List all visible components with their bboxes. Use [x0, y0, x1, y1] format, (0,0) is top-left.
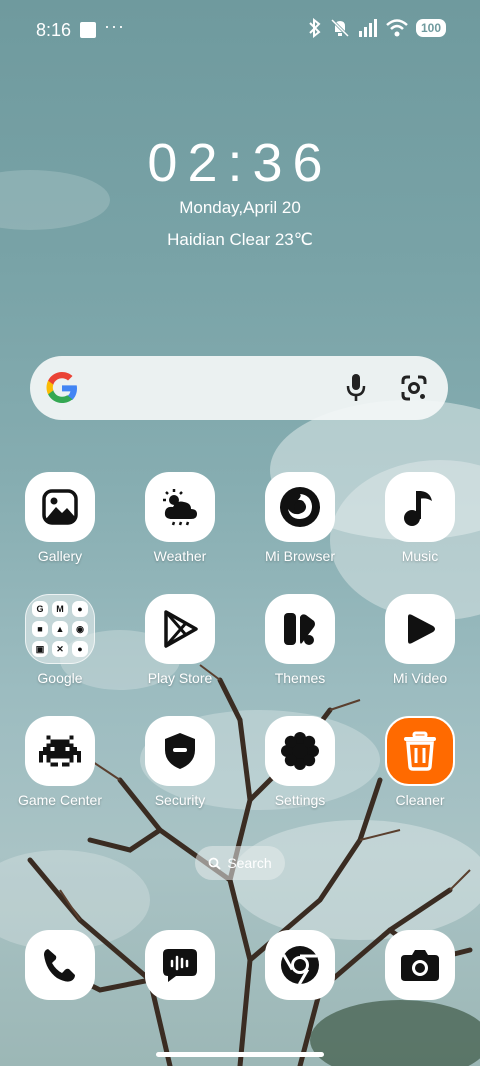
app-themes[interactable]: Themes: [240, 594, 360, 716]
app-label: Weather: [153, 548, 207, 564]
app-grid: Gallery Weather Mi Browser Music G M ● ■…: [0, 472, 480, 838]
app-row: G M ● ■ ▲ ◉ ▣ ✕ ● Google Play Store Them…: [0, 594, 480, 716]
folder-item: ■: [32, 621, 48, 637]
clock-time: 02:36: [147, 133, 333, 193]
more-notifications-icon: ···: [104, 16, 125, 36]
app-game-center[interactable]: Game Center: [0, 716, 120, 838]
clock-weather: Haidian Clear 23℃: [167, 230, 313, 249]
app-mi-browser[interactable]: Mi Browser: [240, 472, 360, 594]
app-row: Gallery Weather Mi Browser Music: [0, 472, 480, 594]
app-label: Mi Video: [392, 670, 448, 686]
app-label: Gallery: [37, 548, 83, 564]
chrome-icon[interactable]: [265, 930, 335, 1000]
battery-indicator: 100: [415, 19, 446, 37]
home-indicator[interactable]: [156, 1052, 324, 1057]
messages-icon[interactable]: [145, 930, 215, 1000]
app-label: Settings: [274, 792, 326, 808]
notification-square-icon: [80, 22, 96, 38]
music-note-icon[interactable]: [385, 472, 455, 542]
folder-item: ▲: [52, 621, 68, 637]
app-play-store[interactable]: Play Store: [120, 594, 240, 716]
mic-icon[interactable]: [346, 374, 366, 402]
dock-camera[interactable]: [360, 930, 480, 1000]
app-label: Music: [401, 548, 439, 564]
dock-messages[interactable]: [120, 930, 240, 1000]
status-bar: 8:16 ··· 100: [0, 0, 480, 60]
app-label: Mi Browser: [264, 548, 335, 564]
app-label: Cleaner: [395, 792, 445, 808]
bluetooth-icon: [309, 18, 321, 38]
app-label: Game Center: [17, 792, 103, 808]
browser-icon[interactable]: [265, 472, 335, 542]
trash-icon[interactable]: [385, 716, 455, 786]
dock: [0, 930, 480, 1000]
space-invader-icon[interactable]: [25, 716, 95, 786]
google-search-bar[interactable]: [30, 356, 448, 420]
wifi-icon: [386, 19, 408, 37]
folder-item: ●: [72, 641, 88, 657]
app-search-label: Search: [227, 855, 272, 871]
dock-chrome[interactable]: [240, 930, 360, 1000]
app-label: Google: [37, 670, 83, 686]
folder-item: ●: [72, 601, 88, 617]
clock-date: Monday,April 20: [179, 198, 301, 217]
clock-widget[interactable]: 02:36 Monday,April 20 Haidian Clear 23℃: [0, 132, 480, 250]
weather-icon[interactable]: [145, 472, 215, 542]
app-label: Security: [154, 792, 206, 808]
app-security[interactable]: Security: [120, 716, 240, 838]
signal-icon: [358, 19, 377, 37]
play-store-icon[interactable]: [145, 594, 215, 664]
mute-icon: [330, 18, 350, 38]
app-mi-video[interactable]: Mi Video: [360, 594, 480, 716]
lens-icon[interactable]: [400, 374, 428, 402]
dock-phone[interactable]: [0, 930, 120, 1000]
video-play-icon[interactable]: [385, 594, 455, 664]
camera-icon[interactable]: [385, 930, 455, 1000]
themes-icon[interactable]: [265, 594, 335, 664]
gallery-icon[interactable]: [25, 472, 95, 542]
app-row: Game Center Security Settings Cleaner: [0, 716, 480, 838]
app-cleaner[interactable]: Cleaner: [360, 716, 480, 838]
app-settings[interactable]: Settings: [240, 716, 360, 838]
folder-item: ▣: [32, 641, 48, 657]
google-g-icon: [46, 372, 77, 403]
app-gallery[interactable]: Gallery: [0, 472, 120, 594]
search-icon: [208, 857, 221, 870]
folder-item: ◉: [72, 621, 88, 637]
shield-icon[interactable]: [145, 716, 215, 786]
gear-icon[interactable]: [265, 716, 335, 786]
app-music[interactable]: Music: [360, 472, 480, 594]
folder-item: M: [52, 601, 68, 617]
folder-item: ✕: [52, 641, 68, 657]
folder-icon[interactable]: G M ● ■ ▲ ◉ ▣ ✕ ●: [25, 594, 95, 664]
folder-item: G: [32, 601, 48, 617]
app-label: Play Store: [147, 670, 213, 686]
phone-icon[interactable]: [25, 930, 95, 1000]
app-google-folder[interactable]: G M ● ■ ▲ ◉ ▣ ✕ ● Google: [0, 594, 120, 716]
status-time: 8:16: [36, 20, 72, 40]
app-search-pill[interactable]: Search: [195, 846, 285, 880]
app-weather[interactable]: Weather: [120, 472, 240, 594]
app-label: Themes: [274, 670, 326, 686]
